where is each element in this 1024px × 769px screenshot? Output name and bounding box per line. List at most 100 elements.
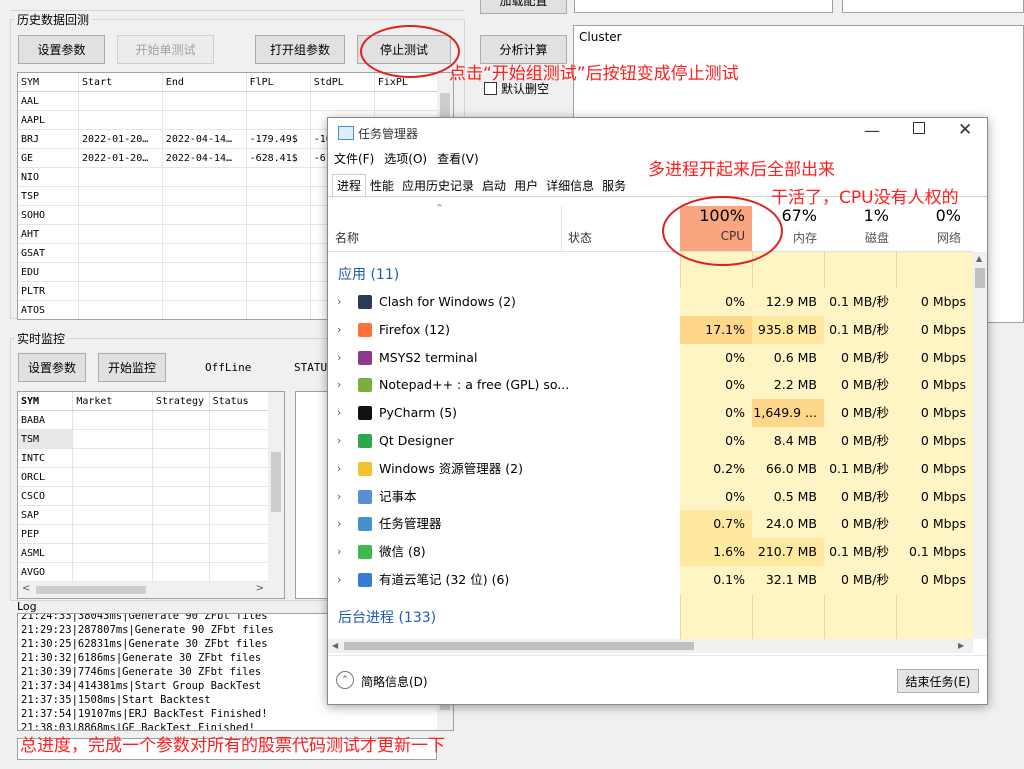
- start-monitor-button[interactable]: 开始监控: [98, 353, 166, 382]
- col-disk-header[interactable]: 1% 磁盘: [824, 206, 896, 251]
- process-row[interactable]: › MSYS2 terminal 0% 0.6 MB 0 MB/秒 0 Mbps: [328, 343, 973, 372]
- less-details-link[interactable]: 简略信息(D): [361, 673, 428, 690]
- monitor-header-row: SYM Market Strategy Status: [18, 392, 271, 411]
- monitor-hscrollbar[interactable]: < >: [18, 582, 284, 598]
- table-cell: [78, 186, 163, 206]
- col-header-strategy[interactable]: Strategy: [152, 392, 210, 411]
- expand-chevron-icon[interactable]: ›: [337, 371, 341, 399]
- process-row[interactable]: › 任务管理器 0.7% 24.0 MB 0 MB/秒 0 Mbps: [328, 510, 973, 539]
- expand-chevron-icon[interactable]: ›: [337, 483, 341, 511]
- minimize-icon[interactable]: —: [864, 121, 880, 140]
- annotation-cpu: 干活了，CPU没有人权的: [771, 188, 959, 208]
- tab-4[interactable]: 用户: [510, 175, 542, 197]
- table-row[interactable]: ASML: [18, 543, 271, 563]
- process-row[interactable]: › Clash for Windows (2) 0% 12.9 MB 0.1 MB/秒 0…: [328, 288, 973, 316]
- expand-chevron-icon[interactable]: ›: [337, 510, 341, 538]
- open-group-params-button[interactable]: 打开组参数: [255, 35, 345, 64]
- close-icon[interactable]: ✕: [958, 120, 972, 140]
- wechat-icon: [358, 545, 372, 560]
- backtest-settings-button[interactable]: 设置参数: [18, 35, 105, 64]
- monitor-vscrollbar[interactable]: [268, 392, 284, 582]
- taskmgr-scroll-thumb[interactable]: [975, 268, 985, 288]
- monitor-settings-button[interactable]: 设置参数: [18, 353, 86, 382]
- table-cell: [209, 486, 271, 506]
- expand-chevron-icon[interactable]: ›: [337, 344, 341, 372]
- tab-5[interactable]: 详细信息: [542, 175, 598, 197]
- end-task-button[interactable]: 结束任务(E): [897, 669, 979, 693]
- menu-item[interactable]: 选项(O): [384, 152, 427, 166]
- process-cpu: 0%: [680, 343, 752, 372]
- table-row[interactable]: AAL: [18, 91, 439, 111]
- col-header-start[interactable]: Start: [78, 73, 163, 92]
- table-cell: [209, 448, 271, 468]
- col-header-sym[interactable]: SYM: [18, 73, 80, 92]
- table-row[interactable]: CSCO: [18, 486, 271, 506]
- scroll-right-icon[interactable]: >: [256, 583, 264, 594]
- taskmgr-hscrollbar[interactable]: ◀ ▶: [328, 639, 973, 653]
- expand-chevron-icon[interactable]: ›: [337, 538, 341, 566]
- load-config-button[interactable]: 加载配置: [480, 0, 567, 14]
- scroll-left-icon[interactable]: <: [22, 583, 30, 594]
- hscroll-left-icon[interactable]: ◀: [332, 641, 338, 650]
- process-name: 记事本: [379, 488, 417, 504]
- taskmgr-hscroll-thumb[interactable]: [344, 642, 694, 650]
- monitor-scroll-thumb[interactable]: [271, 452, 281, 512]
- table-row[interactable]: INTC: [18, 448, 271, 468]
- tab-3[interactable]: 启动: [478, 175, 510, 197]
- col-header-market[interactable]: Market: [72, 392, 153, 411]
- process-net: 0 Mbps: [896, 343, 973, 372]
- tab-1[interactable]: 性能: [366, 175, 398, 197]
- col-header-sym[interactable]: SYM: [18, 392, 74, 411]
- process-row[interactable]: › Firefox (12) 17.1% 935.8 MB 0.1 MB/秒 0 Mbps: [328, 315, 973, 344]
- col-status-header[interactable]: 状态: [568, 229, 592, 246]
- process-row[interactable]: › Notepad++ : a free (GPL) so... 0% 2.2 MB 0…: [328, 371, 973, 400]
- top-partial-strip: [10, 0, 465, 11]
- process-row[interactable]: › 微信 (8) 1.6% 210.7 MB 0.1 MB/秒 0.1 Mbps: [328, 538, 973, 567]
- top-input-1[interactable]: [574, 0, 833, 13]
- tab-6[interactable]: 服务: [598, 175, 630, 197]
- scroll-up-icon[interactable]: ▲: [976, 254, 982, 263]
- col-header-stdpl[interactable]: StdPL: [310, 73, 375, 92]
- expand-chevron-icon[interactable]: ›: [337, 566, 341, 594]
- expand-chevron-icon[interactable]: ›: [337, 288, 341, 316]
- process-row[interactable]: › Windows 资源管理器 (2) 0.2% 66.0 MB 0.1 MB/秒 0 M…: [328, 454, 973, 483]
- expand-chevron-icon[interactable]: ›: [337, 399, 341, 427]
- hscroll-right-icon[interactable]: ▶: [958, 641, 964, 650]
- expand-chevron-icon[interactable]: ›: [337, 455, 341, 483]
- menu-item[interactable]: 文件(F): [334, 152, 374, 166]
- expand-chevron-icon[interactable]: ›: [337, 316, 341, 344]
- sort-arrow-icon[interactable]: ⌃: [435, 202, 444, 215]
- top-input-2[interactable]: [842, 0, 1024, 13]
- taskmgr-vscrollbar[interactable]: ▲: [973, 252, 987, 639]
- process-row[interactable]: › PyCharm (5) 0% 1,649.9 ... 0 MB/秒 0 Mbps: [328, 399, 973, 428]
- menu-item[interactable]: 查看(V): [437, 152, 479, 166]
- table-row[interactable]: SAP: [18, 505, 271, 525]
- monitor-hscroll-thumb[interactable]: [36, 586, 146, 594]
- log-line: 21:24:33|38043ms|Generate 90 ZFbt files: [21, 613, 268, 622]
- col-header-status[interactable]: Status: [209, 392, 271, 411]
- process-row[interactable]: › 记事本 0% 0.5 MB 0 MB/秒 0 Mbps: [328, 482, 973, 511]
- table-row[interactable]: TSM: [18, 429, 271, 449]
- table-row[interactable]: BABA: [18, 410, 271, 430]
- col-header-flpl[interactable]: FlPL: [246, 73, 311, 92]
- table-cell: TSM: [18, 429, 74, 449]
- process-row[interactable]: › 有道云笔记 (32 位) (6) 0.1% 32.1 MB 0 MB/秒 0 Mbps: [328, 566, 973, 594]
- process-row[interactable]: › Qt Designer 0% 8.4 MB 0 MB/秒 0 Mbps: [328, 427, 973, 455]
- apps-section-header: 应用 (11): [338, 267, 400, 283]
- tab-0[interactable]: 进程: [332, 174, 367, 198]
- collapse-icon[interactable]: ⌃: [336, 671, 354, 689]
- table-row[interactable]: PEP: [18, 524, 271, 544]
- process-mem: 24.0 MB: [752, 510, 824, 539]
- col-header-end[interactable]: End: [162, 73, 247, 92]
- single-test-button[interactable]: 开始单测试: [117, 35, 214, 64]
- col-name-header[interactable]: 名称: [335, 229, 359, 246]
- log-label: Log: [17, 600, 37, 613]
- maximize-icon[interactable]: [913, 122, 925, 134]
- table-row[interactable]: AVGO: [18, 562, 271, 582]
- table-row[interactable]: ORCL: [18, 467, 271, 487]
- table-cell: [78, 224, 163, 244]
- tab-2[interactable]: 应用历史记录: [398, 175, 478, 197]
- expand-chevron-icon[interactable]: ›: [337, 427, 341, 455]
- monitor-table[interactable]: SYM Market Strategy Status BABA TSM INTC ORCL C…: [17, 391, 285, 599]
- col-net-header[interactable]: 0% 网络: [896, 206, 968, 251]
